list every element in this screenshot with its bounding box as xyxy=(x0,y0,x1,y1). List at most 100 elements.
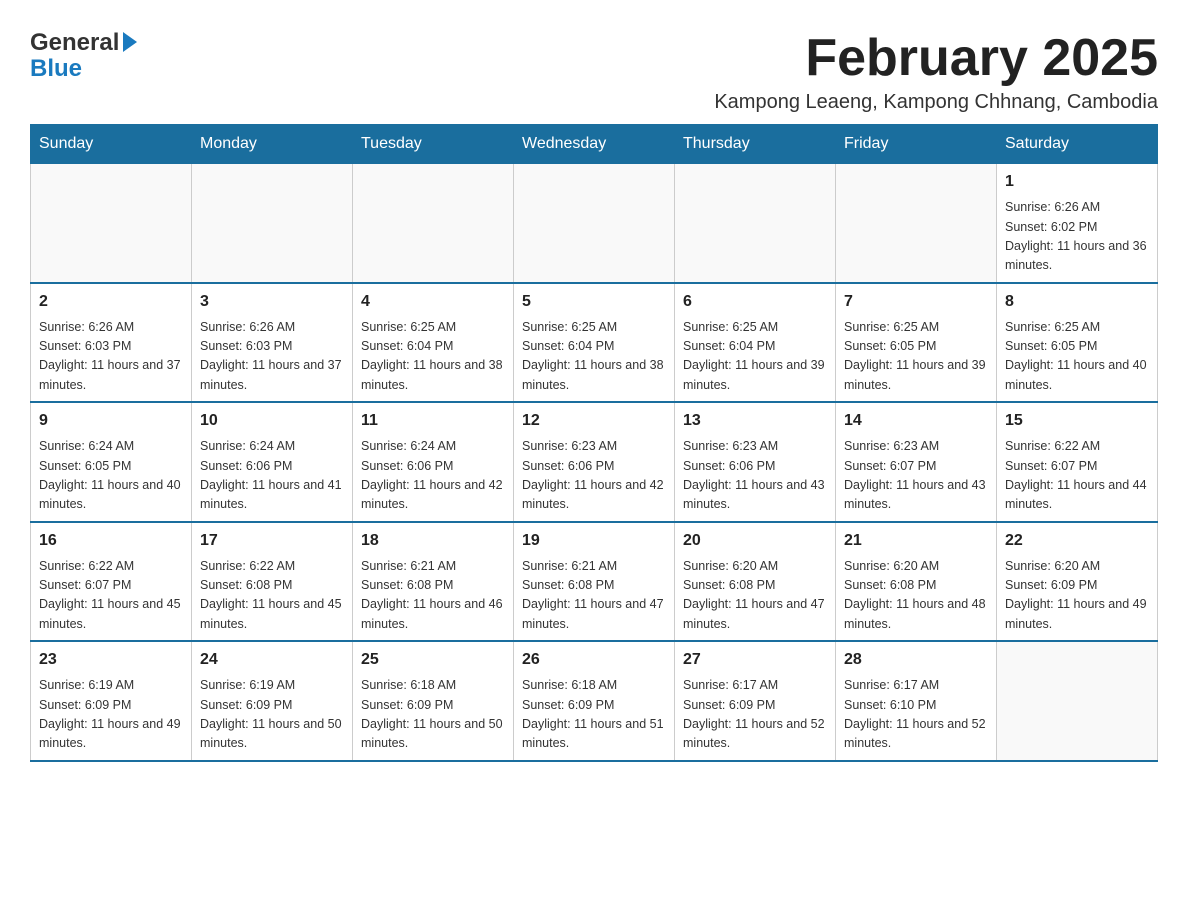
day-number: 12 xyxy=(522,409,666,433)
calendar-cell-w2-d4: 6Sunrise: 6:25 AMSunset: 6:04 PMDaylight… xyxy=(675,283,836,403)
calendar-cell-w5-d1: 24 Sunrise: 6:19 AMSunset: 6:09 PMDayligh… xyxy=(192,641,353,761)
header-sunday: Sunday xyxy=(31,125,192,164)
day-info: Sunrise: 6:23 AMSunset: 6:07 PMDaylight:… xyxy=(844,437,988,515)
calendar-cell-w1-d3 xyxy=(514,164,675,283)
calendar-cell-w1-d1 xyxy=(192,164,353,283)
day-info: Sunrise: 6:20 AMSunset: 6:08 PMDaylight:… xyxy=(683,557,827,635)
day-info: Sunrise: 6:17 AMSunset: 6:10 PMDaylight:… xyxy=(844,676,988,754)
calendar-cell-w3-d5: 14 Sunrise: 6:23 AMSunset: 6:07 PMDayligh… xyxy=(836,402,997,522)
calendar-week-2: 2Sunrise: 6:26 AMSunset: 6:03 PMDaylight… xyxy=(31,283,1158,403)
calendar-cell-w3-d0: 9 Sunrise: 6:24 AMSunset: 6:05 PMDaylight… xyxy=(31,402,192,522)
calendar-cell-w5-d5: 28 Sunrise: 6:17 AMSunset: 6:10 PMDayligh… xyxy=(836,641,997,761)
day-number: 15 xyxy=(1005,409,1149,433)
day-info: Sunrise: 6:26 AMSunset: 6:03 PMDaylight:… xyxy=(200,318,344,396)
calendar-cell-w3-d4: 13 Sunrise: 6:23 AMSunset: 6:06 PMDayligh… xyxy=(675,402,836,522)
calendar-cell-w2-d3: 5 Sunrise: 6:25 AMSunset: 6:04 PMDaylight… xyxy=(514,283,675,403)
day-number: 9 xyxy=(39,409,183,433)
calendar-week-1: 1 Sunrise: 6:26 AMSunset: 6:02 PMDaylight… xyxy=(31,164,1158,283)
day-number: 3 xyxy=(200,290,344,314)
day-number: 5 xyxy=(522,290,666,314)
calendar-cell-w1-d6: 1 Sunrise: 6:26 AMSunset: 6:02 PMDaylight… xyxy=(997,164,1158,283)
day-info: Sunrise: 6:25 AMSunset: 6:04 PMDaylight:… xyxy=(522,318,666,396)
day-number: 23 xyxy=(39,648,183,672)
day-number: 10 xyxy=(200,409,344,433)
day-number: 27 xyxy=(683,648,827,672)
day-info: Sunrise: 6:24 AMSunset: 6:06 PMDaylight:… xyxy=(200,437,344,515)
day-info: Sunrise: 6:22 AMSunset: 6:07 PMDaylight:… xyxy=(1005,437,1149,515)
calendar-cell-w5-d0: 23 Sunrise: 6:19 AMSunset: 6:09 PMDayligh… xyxy=(31,641,192,761)
header-friday: Friday xyxy=(836,125,997,164)
calendar-cell-w4-d4: 20 Sunrise: 6:20 AMSunset: 6:08 PMDayligh… xyxy=(675,522,836,642)
day-number: 17 xyxy=(200,529,344,553)
day-number: 13 xyxy=(683,409,827,433)
day-number: 18 xyxy=(361,529,505,553)
calendar-cell-w2-d0: 2Sunrise: 6:26 AMSunset: 6:03 PMDaylight… xyxy=(31,283,192,403)
logo-line1: General xyxy=(30,30,137,56)
header-tuesday: Tuesday xyxy=(353,125,514,164)
day-number: 6 xyxy=(683,290,827,314)
day-number: 19 xyxy=(522,529,666,553)
day-number: 11 xyxy=(361,409,505,433)
title-section: February 2025 Kampong Leaeng, Kampong Ch… xyxy=(714,30,1158,114)
calendar-cell-w4-d1: 17 Sunrise: 6:22 AMSunset: 6:08 PMDayligh… xyxy=(192,522,353,642)
calendar-cell-w1-d5 xyxy=(836,164,997,283)
calendar-cell-w5-d4: 27 Sunrise: 6:17 AMSunset: 6:09 PMDayligh… xyxy=(675,641,836,761)
day-info: Sunrise: 6:24 AMSunset: 6:06 PMDaylight:… xyxy=(361,437,505,515)
calendar-cell-w5-d6 xyxy=(997,641,1158,761)
calendar-cell-w4-d3: 19Sunrise: 6:21 AMSunset: 6:08 PMDayligh… xyxy=(514,522,675,642)
calendar-table: Sunday Monday Tuesday Wednesday Thursday… xyxy=(30,124,1158,762)
day-info: Sunrise: 6:23 AMSunset: 6:06 PMDaylight:… xyxy=(522,437,666,515)
calendar-week-5: 23 Sunrise: 6:19 AMSunset: 6:09 PMDayligh… xyxy=(31,641,1158,761)
day-number: 8 xyxy=(1005,290,1149,314)
day-info: Sunrise: 6:18 AMSunset: 6:09 PMDaylight:… xyxy=(361,676,505,754)
day-info: Sunrise: 6:26 AMSunset: 6:03 PMDaylight:… xyxy=(39,318,183,396)
logo-container: General Blue xyxy=(30,30,137,83)
logo-blue-text: Blue xyxy=(30,56,82,82)
day-number: 26 xyxy=(522,648,666,672)
day-number: 24 xyxy=(200,648,344,672)
day-info: Sunrise: 6:18 AMSunset: 6:09 PMDaylight:… xyxy=(522,676,666,754)
calendar-cell-w2-d6: 8 Sunrise: 6:25 AMSunset: 6:05 PMDaylight… xyxy=(997,283,1158,403)
calendar-cell-w3-d2: 11 Sunrise: 6:24 AMSunset: 6:06 PMDayligh… xyxy=(353,402,514,522)
day-info: Sunrise: 6:22 AMSunset: 6:08 PMDaylight:… xyxy=(200,557,344,635)
day-info: Sunrise: 6:26 AMSunset: 6:02 PMDaylight:… xyxy=(1005,198,1149,276)
calendar-cell-w4-d5: 21 Sunrise: 6:20 AMSunset: 6:08 PMDayligh… xyxy=(836,522,997,642)
calendar-week-3: 9 Sunrise: 6:24 AMSunset: 6:05 PMDaylight… xyxy=(31,402,1158,522)
day-number: 22 xyxy=(1005,529,1149,553)
day-info: Sunrise: 6:20 AMSunset: 6:09 PMDaylight:… xyxy=(1005,557,1149,635)
location-subtitle: Kampong Leaeng, Kampong Chhnang, Cambodi… xyxy=(714,91,1158,114)
day-info: Sunrise: 6:23 AMSunset: 6:06 PMDaylight:… xyxy=(683,437,827,515)
day-info: Sunrise: 6:19 AMSunset: 6:09 PMDaylight:… xyxy=(39,676,183,754)
day-info: Sunrise: 6:24 AMSunset: 6:05 PMDaylight:… xyxy=(39,437,183,515)
day-number: 4 xyxy=(361,290,505,314)
month-title: February 2025 xyxy=(714,30,1158,87)
calendar-cell-w1-d4 xyxy=(675,164,836,283)
day-info: Sunrise: 6:21 AMSunset: 6:08 PMDaylight:… xyxy=(361,557,505,635)
day-info: Sunrise: 6:17 AMSunset: 6:09 PMDaylight:… xyxy=(683,676,827,754)
calendar-cell-w2-d1: 3 Sunrise: 6:26 AMSunset: 6:03 PMDaylight… xyxy=(192,283,353,403)
calendar-week-4: 16Sunrise: 6:22 AMSunset: 6:07 PMDayligh… xyxy=(31,522,1158,642)
day-info: Sunrise: 6:19 AMSunset: 6:09 PMDaylight:… xyxy=(200,676,344,754)
calendar-cell-w1-d0 xyxy=(31,164,192,283)
day-info: Sunrise: 6:20 AMSunset: 6:08 PMDaylight:… xyxy=(844,557,988,635)
logo: General Blue xyxy=(30,30,137,83)
day-number: 28 xyxy=(844,648,988,672)
calendar-cell-w4-d2: 18 Sunrise: 6:21 AMSunset: 6:08 PMDayligh… xyxy=(353,522,514,642)
day-number: 14 xyxy=(844,409,988,433)
day-info: Sunrise: 6:22 AMSunset: 6:07 PMDaylight:… xyxy=(39,557,183,635)
day-number: 1 xyxy=(1005,170,1149,194)
day-info: Sunrise: 6:25 AMSunset: 6:04 PMDaylight:… xyxy=(361,318,505,396)
day-number: 20 xyxy=(683,529,827,553)
page-header: General Blue February 2025 Kampong Leaen… xyxy=(30,20,1158,114)
calendar-cell-w3-d1: 10 Sunrise: 6:24 AMSunset: 6:06 PMDayligh… xyxy=(192,402,353,522)
day-info: Sunrise: 6:25 AMSunset: 6:05 PMDaylight:… xyxy=(844,318,988,396)
day-info: Sunrise: 6:25 AMSunset: 6:05 PMDaylight:… xyxy=(1005,318,1149,396)
header-saturday: Saturday xyxy=(997,125,1158,164)
calendar-cell-w4-d0: 16Sunrise: 6:22 AMSunset: 6:07 PMDayligh… xyxy=(31,522,192,642)
calendar-cell-w1-d2 xyxy=(353,164,514,283)
calendar-cell-w2-d5: 7Sunrise: 6:25 AMSunset: 6:05 PMDaylight… xyxy=(836,283,997,403)
day-number: 21 xyxy=(844,529,988,553)
calendar-cell-w5-d3: 26 Sunrise: 6:18 AMSunset: 6:09 PMDayligh… xyxy=(514,641,675,761)
calendar-cell-w4-d6: 22 Sunrise: 6:20 AMSunset: 6:09 PMDayligh… xyxy=(997,522,1158,642)
day-number: 25 xyxy=(361,648,505,672)
